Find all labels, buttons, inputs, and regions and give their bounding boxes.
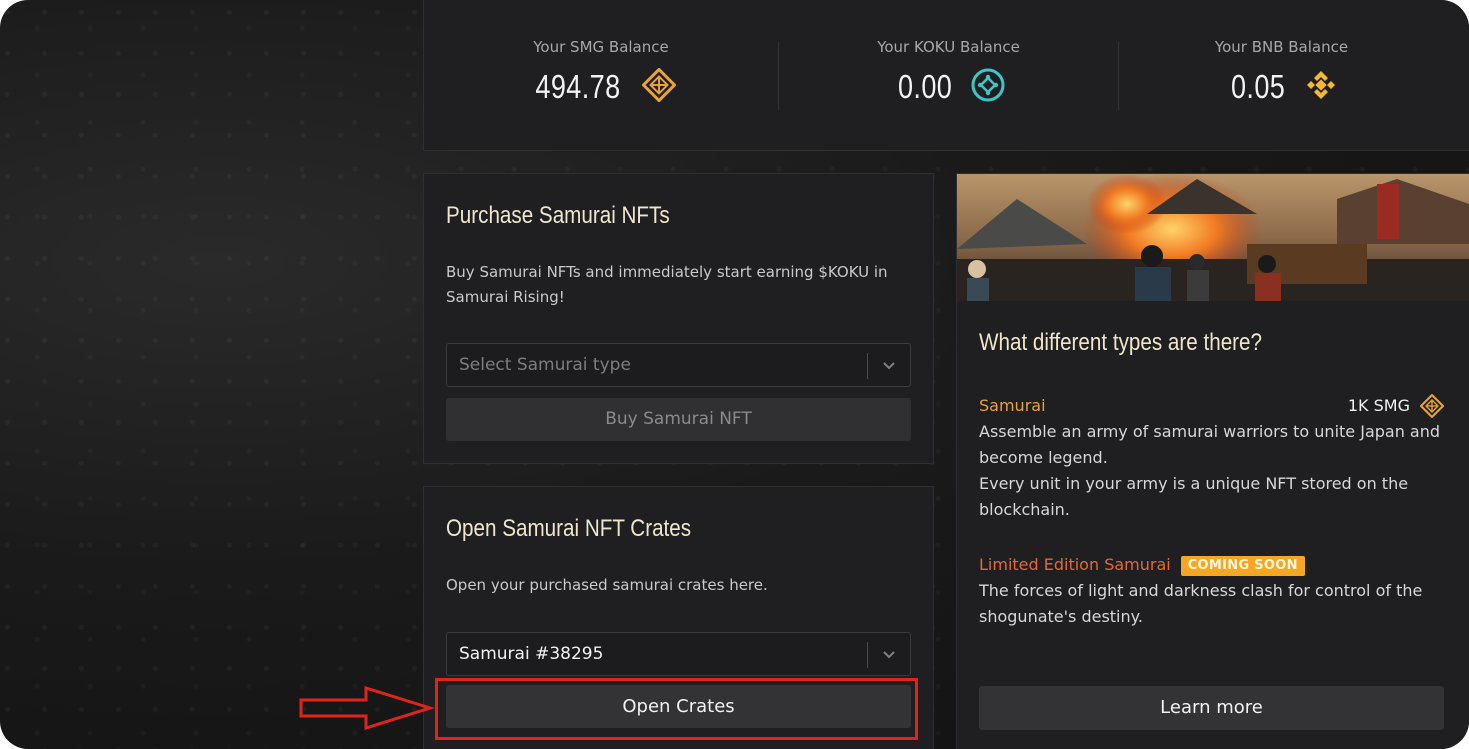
- koku-balance-value: 0.00: [898, 68, 953, 105]
- crates-title: Open Samurai NFT Crates: [446, 515, 692, 542]
- chevron-down-icon[interactable]: [880, 356, 898, 374]
- chevron-down-icon[interactable]: [880, 645, 898, 663]
- crate-select[interactable]: Samurai #38295: [446, 632, 911, 676]
- koku-balance: Your KOKU Balance 0.00: [779, 0, 1118, 150]
- bnb-balance: Your BNB Balance 0.05: [1119, 0, 1444, 150]
- crates-description: Open your purchased samurai crates here.: [446, 576, 768, 594]
- samurai-type-placeholder: Select Samurai type: [459, 355, 631, 375]
- app-frame: Your SMG Balance 494.78 Your KOKU Balanc…: [0, 0, 1469, 749]
- types-title: What different types are there?: [979, 329, 1263, 356]
- crate-select-value: Samurai #38295: [459, 644, 604, 664]
- smg-balance-value: 494.78: [535, 68, 621, 105]
- samurai-type-select[interactable]: Select Samurai type: [446, 343, 911, 387]
- smg-balance: Your SMG Balance 494.78: [424, 0, 778, 150]
- balances-panel: Your SMG Balance 494.78 Your KOKU Balanc…: [423, 0, 1469, 151]
- samurai-description-2: Every unit in your army is a unique NFT …: [979, 474, 1409, 519]
- arrow-right-icon: [299, 685, 436, 731]
- purchase-title: Purchase Samurai NFTs: [446, 202, 670, 229]
- purchase-description: Buy Samurai NFTs and immediately start e…: [446, 263, 888, 306]
- open-crates-highlight-box: [435, 678, 918, 740]
- smg-balance-label: Your SMG Balance: [533, 38, 669, 56]
- purchase-panel: Purchase Samurai NFTs Buy Samurai NFTs a…: [423, 173, 934, 464]
- koku-icon: [971, 68, 1005, 106]
- smg-icon: [1420, 394, 1444, 418]
- limited-description: The forces of light and darkness clash f…: [979, 581, 1423, 626]
- samurai-description-1: Assemble an army of samurai warriors to …: [979, 422, 1441, 467]
- coming-soon-badge: COMING SOON: [1180, 556, 1305, 576]
- samurai-battle-banner: [957, 174, 1469, 301]
- limited-type-entry: Limited Edition Samurai COMING SOON The f…: [979, 552, 1444, 630]
- bnb-icon: [1304, 68, 1338, 106]
- samurai-price: 1K SMG: [1347, 396, 1410, 415]
- select-separator: [867, 642, 868, 668]
- koku-balance-label: Your KOKU Balance: [877, 38, 1020, 56]
- types-panel: What different types are there? Samurai …: [956, 173, 1469, 749]
- bnb-balance-label: Your BNB Balance: [1214, 38, 1349, 56]
- bnb-balance-value: 0.05: [1231, 68, 1286, 105]
- buy-samurai-button[interactable]: Buy Samurai NFT: [446, 398, 911, 441]
- limited-type-name: Limited Edition Samurai: [979, 555, 1171, 574]
- learn-more-button[interactable]: Learn more: [979, 686, 1444, 730]
- samurai-type-entry: Samurai 1K SMG Assemble an army of samur…: [979, 393, 1444, 523]
- smg-icon: [641, 67, 677, 106]
- samurai-type-name: Samurai: [979, 396, 1046, 415]
- select-separator: [867, 353, 868, 379]
